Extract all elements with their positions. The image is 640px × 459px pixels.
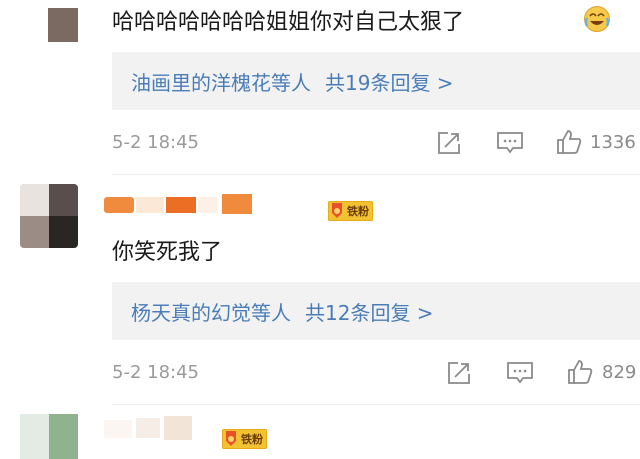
reply-user-names[interactable]: 杨天真的幻觉 bbox=[131, 297, 251, 326]
username-pixelated[interactable] bbox=[104, 416, 194, 442]
comment-icon[interactable] bbox=[496, 130, 524, 156]
reply-count-link[interactable]: 共12条回复 > bbox=[305, 297, 434, 326]
medal-icon bbox=[332, 203, 342, 218]
comment-time: 5-2 18:45 bbox=[112, 362, 199, 383]
fan-badge-label: 铁粉 bbox=[347, 205, 369, 218]
medal-icon bbox=[226, 431, 236, 446]
thumbs-up-icon[interactable] bbox=[566, 358, 594, 386]
fan-badge[interactable]: 铁粉 bbox=[222, 429, 267, 449]
avatar[interactable] bbox=[48, 8, 78, 42]
share-icon[interactable] bbox=[436, 130, 462, 156]
divider bbox=[112, 174, 640, 175]
replies-box[interactable]: 杨天真的幻觉 等人 共12条回复 > bbox=[112, 282, 640, 340]
comment-text: 哈哈哈哈哈哈哈姐姐你对自己太狠了 bbox=[112, 10, 465, 35]
share-icon[interactable] bbox=[446, 360, 472, 386]
reply-suffix: 等人 bbox=[271, 70, 311, 95]
like-count: 829 bbox=[602, 362, 637, 383]
replies-box[interactable]: 油画里的洋槐花 等人 共19条回复 > bbox=[112, 52, 640, 110]
comment-text: 你笑死我了 bbox=[112, 240, 223, 265]
reply-user-names[interactable]: 油画里的洋槐花 bbox=[131, 67, 271, 96]
laughing-crying-emoji bbox=[583, 5, 611, 33]
comment-time: 5-2 18:45 bbox=[112, 132, 199, 153]
fan-badge[interactable]: 铁粉 bbox=[328, 201, 373, 221]
reply-suffix: 等人 bbox=[251, 300, 291, 325]
comment-icon[interactable] bbox=[506, 360, 534, 386]
avatar[interactable] bbox=[20, 414, 78, 459]
fan-badge-label: 铁粉 bbox=[241, 433, 263, 446]
username-pixelated[interactable] bbox=[104, 194, 254, 216]
divider bbox=[112, 404, 640, 405]
reply-count-link[interactable]: 共19条回复 > bbox=[325, 67, 454, 96]
like-count: 1336 bbox=[590, 132, 636, 153]
avatar[interactable] bbox=[20, 184, 78, 248]
thumbs-up-icon[interactable] bbox=[555, 128, 583, 156]
